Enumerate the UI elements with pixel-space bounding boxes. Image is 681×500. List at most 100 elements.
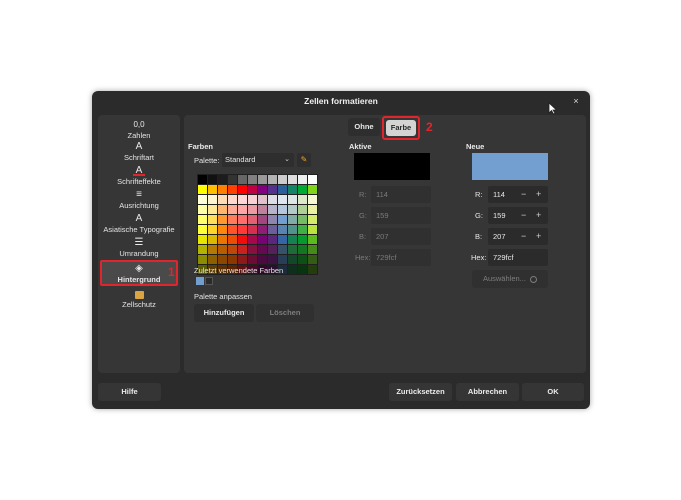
recent-color-swatch[interactable] bbox=[196, 277, 204, 285]
neue-b-minus[interactable]: − bbox=[521, 231, 526, 241]
color-swatch[interactable] bbox=[218, 195, 227, 204]
color-swatch[interactable] bbox=[308, 245, 317, 254]
color-swatch[interactable] bbox=[238, 175, 247, 184]
color-swatch[interactable] bbox=[278, 255, 287, 264]
neue-g-minus[interactable]: − bbox=[521, 210, 526, 220]
recent-color-swatch[interactable] bbox=[205, 277, 213, 285]
add-color-button[interactable]: Hinzufügen bbox=[194, 304, 254, 322]
color-swatch[interactable] bbox=[238, 205, 247, 214]
color-swatch[interactable] bbox=[208, 175, 217, 184]
color-swatch[interactable] bbox=[198, 195, 207, 204]
color-swatch[interactable] bbox=[228, 245, 237, 254]
reset-button[interactable]: Zurücksetzen bbox=[389, 383, 452, 401]
color-swatch[interactable] bbox=[278, 225, 287, 234]
color-swatch[interactable] bbox=[288, 255, 297, 264]
tab-ohne[interactable]: Ohne bbox=[348, 118, 380, 136]
color-swatch[interactable] bbox=[298, 255, 307, 264]
color-swatch[interactable] bbox=[238, 255, 247, 264]
color-swatch[interactable] bbox=[308, 225, 317, 234]
color-swatch[interactable] bbox=[278, 215, 287, 224]
color-swatch[interactable] bbox=[248, 215, 257, 224]
color-swatch[interactable] bbox=[268, 235, 277, 244]
color-swatch[interactable] bbox=[288, 235, 297, 244]
palette-edit-icon[interactable]: ✎ bbox=[297, 153, 311, 167]
color-swatch[interactable] bbox=[268, 175, 277, 184]
color-swatch[interactable] bbox=[298, 235, 307, 244]
sidebar-item-asiatische-typografie[interactable]: A Asiatische Typografie bbox=[102, 213, 176, 234]
tab-farbe[interactable]: Farbe bbox=[386, 120, 416, 136]
color-swatch[interactable] bbox=[308, 215, 317, 224]
color-swatch[interactable] bbox=[248, 175, 257, 184]
color-swatch[interactable] bbox=[238, 185, 247, 194]
color-swatch[interactable] bbox=[228, 195, 237, 204]
color-swatch[interactable] bbox=[298, 265, 307, 274]
color-swatch[interactable] bbox=[308, 235, 317, 244]
color-swatch[interactable] bbox=[288, 265, 297, 274]
color-swatch[interactable] bbox=[298, 175, 307, 184]
color-swatch[interactable] bbox=[268, 225, 277, 234]
cancel-button[interactable]: Abbrechen bbox=[456, 383, 519, 401]
color-swatch[interactable] bbox=[298, 225, 307, 234]
color-swatch[interactable] bbox=[258, 185, 267, 194]
color-swatch[interactable] bbox=[238, 245, 247, 254]
color-swatch[interactable] bbox=[208, 205, 217, 214]
color-swatch[interactable] bbox=[288, 175, 297, 184]
color-swatch[interactable] bbox=[278, 175, 287, 184]
color-swatch[interactable] bbox=[198, 185, 207, 194]
sidebar-item-umrandung[interactable]: ☰ Umrandung bbox=[102, 237, 176, 258]
color-swatch[interactable] bbox=[238, 235, 247, 244]
color-swatch[interactable] bbox=[198, 215, 207, 224]
ok-button[interactable]: OK bbox=[522, 383, 584, 401]
color-swatch[interactable] bbox=[258, 215, 267, 224]
color-swatch[interactable] bbox=[248, 185, 257, 194]
color-swatch[interactable] bbox=[308, 265, 317, 274]
color-swatch[interactable] bbox=[258, 225, 267, 234]
color-swatch[interactable] bbox=[308, 185, 317, 194]
color-swatch[interactable] bbox=[208, 195, 217, 204]
color-swatch[interactable] bbox=[208, 215, 217, 224]
sidebar-item-zellschutz[interactable]: Zellschutz bbox=[102, 289, 176, 309]
color-swatch[interactable] bbox=[228, 225, 237, 234]
color-swatch[interactable] bbox=[248, 205, 257, 214]
color-swatch[interactable] bbox=[238, 195, 247, 204]
neue-r-plus[interactable]: + bbox=[536, 189, 541, 199]
color-swatch[interactable] bbox=[278, 245, 287, 254]
palette-select[interactable]: Standard ⌄ bbox=[222, 153, 294, 167]
neue-r-minus[interactable]: − bbox=[521, 189, 526, 199]
color-swatch[interactable] bbox=[208, 235, 217, 244]
color-swatch[interactable] bbox=[268, 185, 277, 194]
color-swatch[interactable] bbox=[308, 205, 317, 214]
neue-g-plus[interactable]: + bbox=[536, 210, 541, 220]
color-swatch[interactable] bbox=[268, 205, 277, 214]
color-swatch[interactable] bbox=[198, 205, 207, 214]
color-swatch[interactable] bbox=[228, 235, 237, 244]
color-swatch[interactable] bbox=[258, 255, 267, 264]
color-swatch[interactable] bbox=[308, 175, 317, 184]
delete-color-button[interactable]: Löschen bbox=[256, 304, 314, 322]
color-swatch[interactable] bbox=[308, 195, 317, 204]
color-swatch[interactable] bbox=[238, 215, 247, 224]
sidebar-item-hintergrund[interactable]: ◈ Hintergrund bbox=[100, 260, 178, 286]
color-swatch[interactable] bbox=[218, 175, 227, 184]
color-swatch[interactable] bbox=[218, 235, 227, 244]
sidebar-item-schrifteffekte[interactable]: A Schrifteffekte bbox=[102, 165, 176, 186]
color-swatch[interactable] bbox=[218, 205, 227, 214]
color-swatch[interactable] bbox=[258, 195, 267, 204]
color-swatch[interactable] bbox=[208, 255, 217, 264]
color-swatch[interactable] bbox=[198, 175, 207, 184]
color-swatch[interactable] bbox=[288, 215, 297, 224]
color-swatch[interactable] bbox=[208, 185, 217, 194]
color-swatch[interactable] bbox=[278, 195, 287, 204]
color-swatch[interactable] bbox=[218, 245, 227, 254]
color-swatch[interactable] bbox=[268, 195, 277, 204]
close-icon[interactable]: × bbox=[570, 95, 582, 107]
color-swatch[interactable] bbox=[228, 175, 237, 184]
color-swatch[interactable] bbox=[228, 215, 237, 224]
color-swatch[interactable] bbox=[218, 185, 227, 194]
color-swatch[interactable] bbox=[298, 185, 307, 194]
color-swatch[interactable] bbox=[198, 225, 207, 234]
color-swatch[interactable] bbox=[298, 195, 307, 204]
color-swatch[interactable] bbox=[288, 185, 297, 194]
color-swatch[interactable] bbox=[248, 245, 257, 254]
color-swatch[interactable] bbox=[248, 225, 257, 234]
